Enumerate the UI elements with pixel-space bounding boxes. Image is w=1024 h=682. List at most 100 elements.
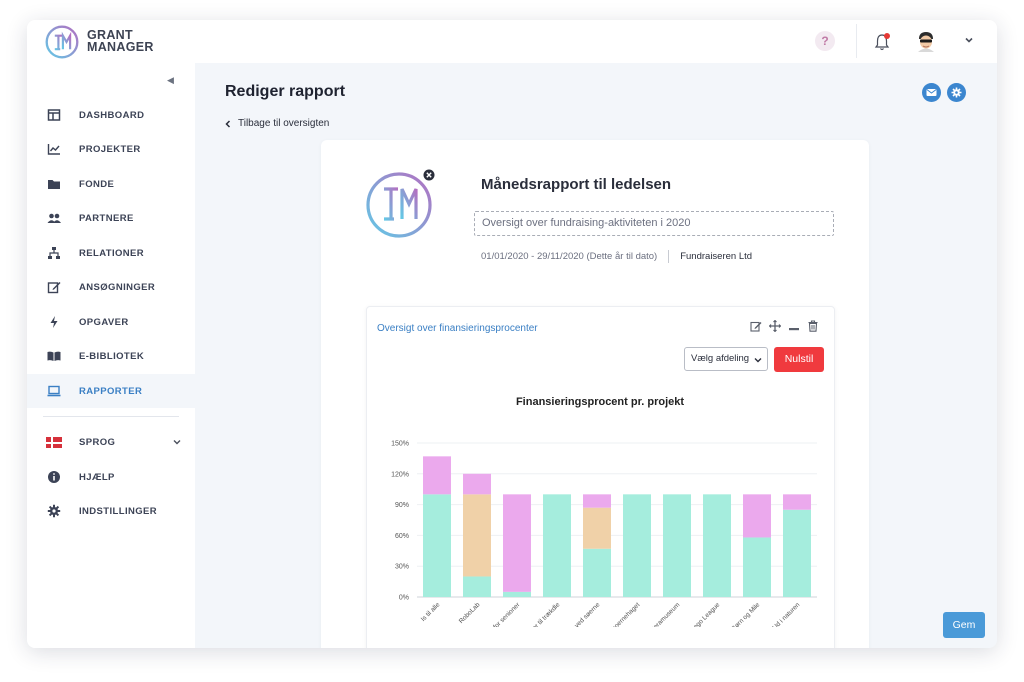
bar-segment[interactable] xyxy=(623,494,651,597)
move-icon[interactable] xyxy=(769,320,781,332)
report-date-range: 01/01/2020 - 29/11/2020 (Dette år til da… xyxy=(481,251,658,262)
sidebar-item-label: OPGAVER xyxy=(79,316,129,328)
bar-segment[interactable] xyxy=(503,591,531,597)
bar-segment[interactable] xyxy=(463,494,491,577)
x-tick-label: er ved søerne xyxy=(568,601,602,627)
x-tick-label: Ud i naturen xyxy=(771,601,801,627)
user-menu-chevron-icon[interactable] xyxy=(963,34,975,46)
sidebar-item-partnere[interactable]: PARTNERE xyxy=(27,201,195,235)
sidebar-divider xyxy=(43,416,179,417)
x-tick-label: i boernehaget xyxy=(608,601,641,627)
header-divider xyxy=(856,24,857,58)
user-avatar[interactable] xyxy=(915,30,937,52)
sidebar-item-label: PARTNERE xyxy=(79,212,134,224)
book-icon xyxy=(47,351,61,361)
y-tick-label: 120% xyxy=(391,471,409,478)
sidebar-item-rapporter[interactable]: RAPPORTER xyxy=(27,374,195,408)
collapse-sidebar-icon[interactable]: ◀ xyxy=(167,75,174,86)
bar-segment[interactable] xyxy=(743,537,771,597)
chart-title: Finansieringsprocent pr. projekt xyxy=(516,396,684,408)
email-button[interactable] xyxy=(922,83,941,102)
report-title[interactable]: Månedsrapport til ledelsen xyxy=(481,176,671,193)
sidebar-item-sprog[interactable]: SPROG xyxy=(27,425,195,459)
reset-button[interactable]: Nulstil xyxy=(774,347,824,372)
report-subtitle-field[interactable]: Oversigt over fundraising-aktiviteten i … xyxy=(474,211,834,236)
x-tick-label: teramuseum xyxy=(651,601,681,627)
danish-flag-icon xyxy=(46,437,62,448)
notification-bell-icon[interactable] xyxy=(873,32,891,52)
bar-segment[interactable] xyxy=(663,494,691,597)
x-tick-label: RoboLab xyxy=(458,601,482,625)
minimize-icon[interactable] xyxy=(788,320,800,332)
sidebar-item-indstillinger[interactable]: INDSTILLINGER xyxy=(27,494,195,528)
sidebar-item-hjaelp[interactable]: HJÆLP xyxy=(27,460,195,494)
x-tick-label: nter til trækdle xyxy=(527,601,561,627)
sidebar-item-label: INDSTILLINGER xyxy=(79,505,158,517)
brand-name: GRANT MANAGER xyxy=(87,29,154,54)
sidebar-item-label: RELATIONER xyxy=(79,247,145,259)
bar-segment[interactable] xyxy=(423,456,451,495)
save-button[interactable]: Gem xyxy=(943,612,985,638)
bar-segment[interactable] xyxy=(783,494,811,510)
settings-button[interactable] xyxy=(947,83,966,102)
y-tick-label: 30% xyxy=(395,564,409,571)
x-tick-label: Børn og Mile xyxy=(730,601,761,627)
dashboard-icon xyxy=(47,109,61,121)
sidebar-item-label: SPROG xyxy=(79,436,116,448)
trash-icon[interactable] xyxy=(807,320,819,332)
top-bar: GRANT MANAGER ? xyxy=(27,20,997,63)
info-icon xyxy=(48,471,60,483)
sidebar-item-e-bibliotek[interactable]: E-BIBLIOTEK xyxy=(27,339,195,373)
sidebar-item-ansogninger[interactable]: ANSØGNINGER xyxy=(27,270,195,304)
bar-segment[interactable] xyxy=(423,494,451,597)
gear-icon xyxy=(47,504,61,518)
bolt-icon xyxy=(50,316,58,328)
sidebar-item-relationer[interactable]: RELATIONER xyxy=(27,236,195,270)
bar-segment[interactable] xyxy=(503,494,531,592)
sidebar-item-opgaver[interactable]: OPGAVER xyxy=(27,305,195,339)
department-select[interactable]: Vælg afdeling xyxy=(684,347,768,371)
bar-segment[interactable] xyxy=(583,548,611,597)
chevron-down-icon xyxy=(754,358,762,363)
folder-icon xyxy=(48,180,60,189)
sidebar-item-fonde[interactable]: FONDE xyxy=(27,167,195,201)
report-organization: Fundraiseren Ltd xyxy=(680,251,753,262)
sidebar-item-label: DASHBOARD xyxy=(79,109,145,121)
report-logo[interactable] xyxy=(365,167,437,239)
back-link[interactable]: Tilbage til oversigten xyxy=(224,118,329,129)
page-title: Rediger rapport xyxy=(225,83,346,100)
report-card: Månedsrapport til ledelsen Oversigt over… xyxy=(321,140,869,648)
widget-toolbar xyxy=(750,320,819,332)
widget-title: Oversigt over finansieringsprocenter xyxy=(377,323,538,334)
bar-segment[interactable] xyxy=(583,507,611,549)
chart-widget: Oversigt over finansieringsprocenter Væl… xyxy=(366,306,835,648)
x-tick-label: al for senioner xyxy=(487,601,522,627)
bar-segment[interactable] xyxy=(583,494,611,508)
bar-segment[interactable] xyxy=(463,576,491,597)
report-meta: 01/01/2020 - 29/11/2020 (Dette år til da… xyxy=(481,250,752,263)
sidebar-item-dashboard[interactable]: DASHBOARD xyxy=(27,98,195,132)
sidebar-item-projekter[interactable]: PROJEKTER xyxy=(27,132,195,166)
grant-manager-logo[interactable] xyxy=(43,24,81,60)
help-button[interactable]: ? xyxy=(815,31,835,51)
edit-icon xyxy=(47,282,61,294)
meta-divider xyxy=(668,250,670,263)
edit-icon[interactable] xyxy=(750,320,762,332)
department-select-value: Vælg afdeling xyxy=(691,353,750,364)
sidebar: ◀ DASHBOARD PROJEKTER FONDE PARTNERE REL… xyxy=(27,63,195,648)
sidebar-item-label: E-BIBLIOTEK xyxy=(79,350,145,362)
sidebar-item-label: PROJEKTER xyxy=(79,143,141,155)
back-link-label: Tilbage til oversigten xyxy=(238,118,330,129)
funding-chart: Finansieringsprocent pr. projekt 0% 30% 60… xyxy=(391,396,817,627)
bar-segment[interactable] xyxy=(743,494,771,538)
bar-segment[interactable] xyxy=(703,494,731,597)
gear-icon xyxy=(951,87,962,98)
laptop-icon xyxy=(47,385,61,397)
bar-segment[interactable] xyxy=(543,494,571,597)
y-tick-label: 150% xyxy=(391,441,409,448)
bar-segment[interactable] xyxy=(463,473,491,495)
sidebar-item-label: FONDE xyxy=(79,178,115,190)
chevron-down-icon xyxy=(173,440,181,445)
bar-segment[interactable] xyxy=(783,509,811,597)
y-tick-label: 60% xyxy=(395,533,409,540)
